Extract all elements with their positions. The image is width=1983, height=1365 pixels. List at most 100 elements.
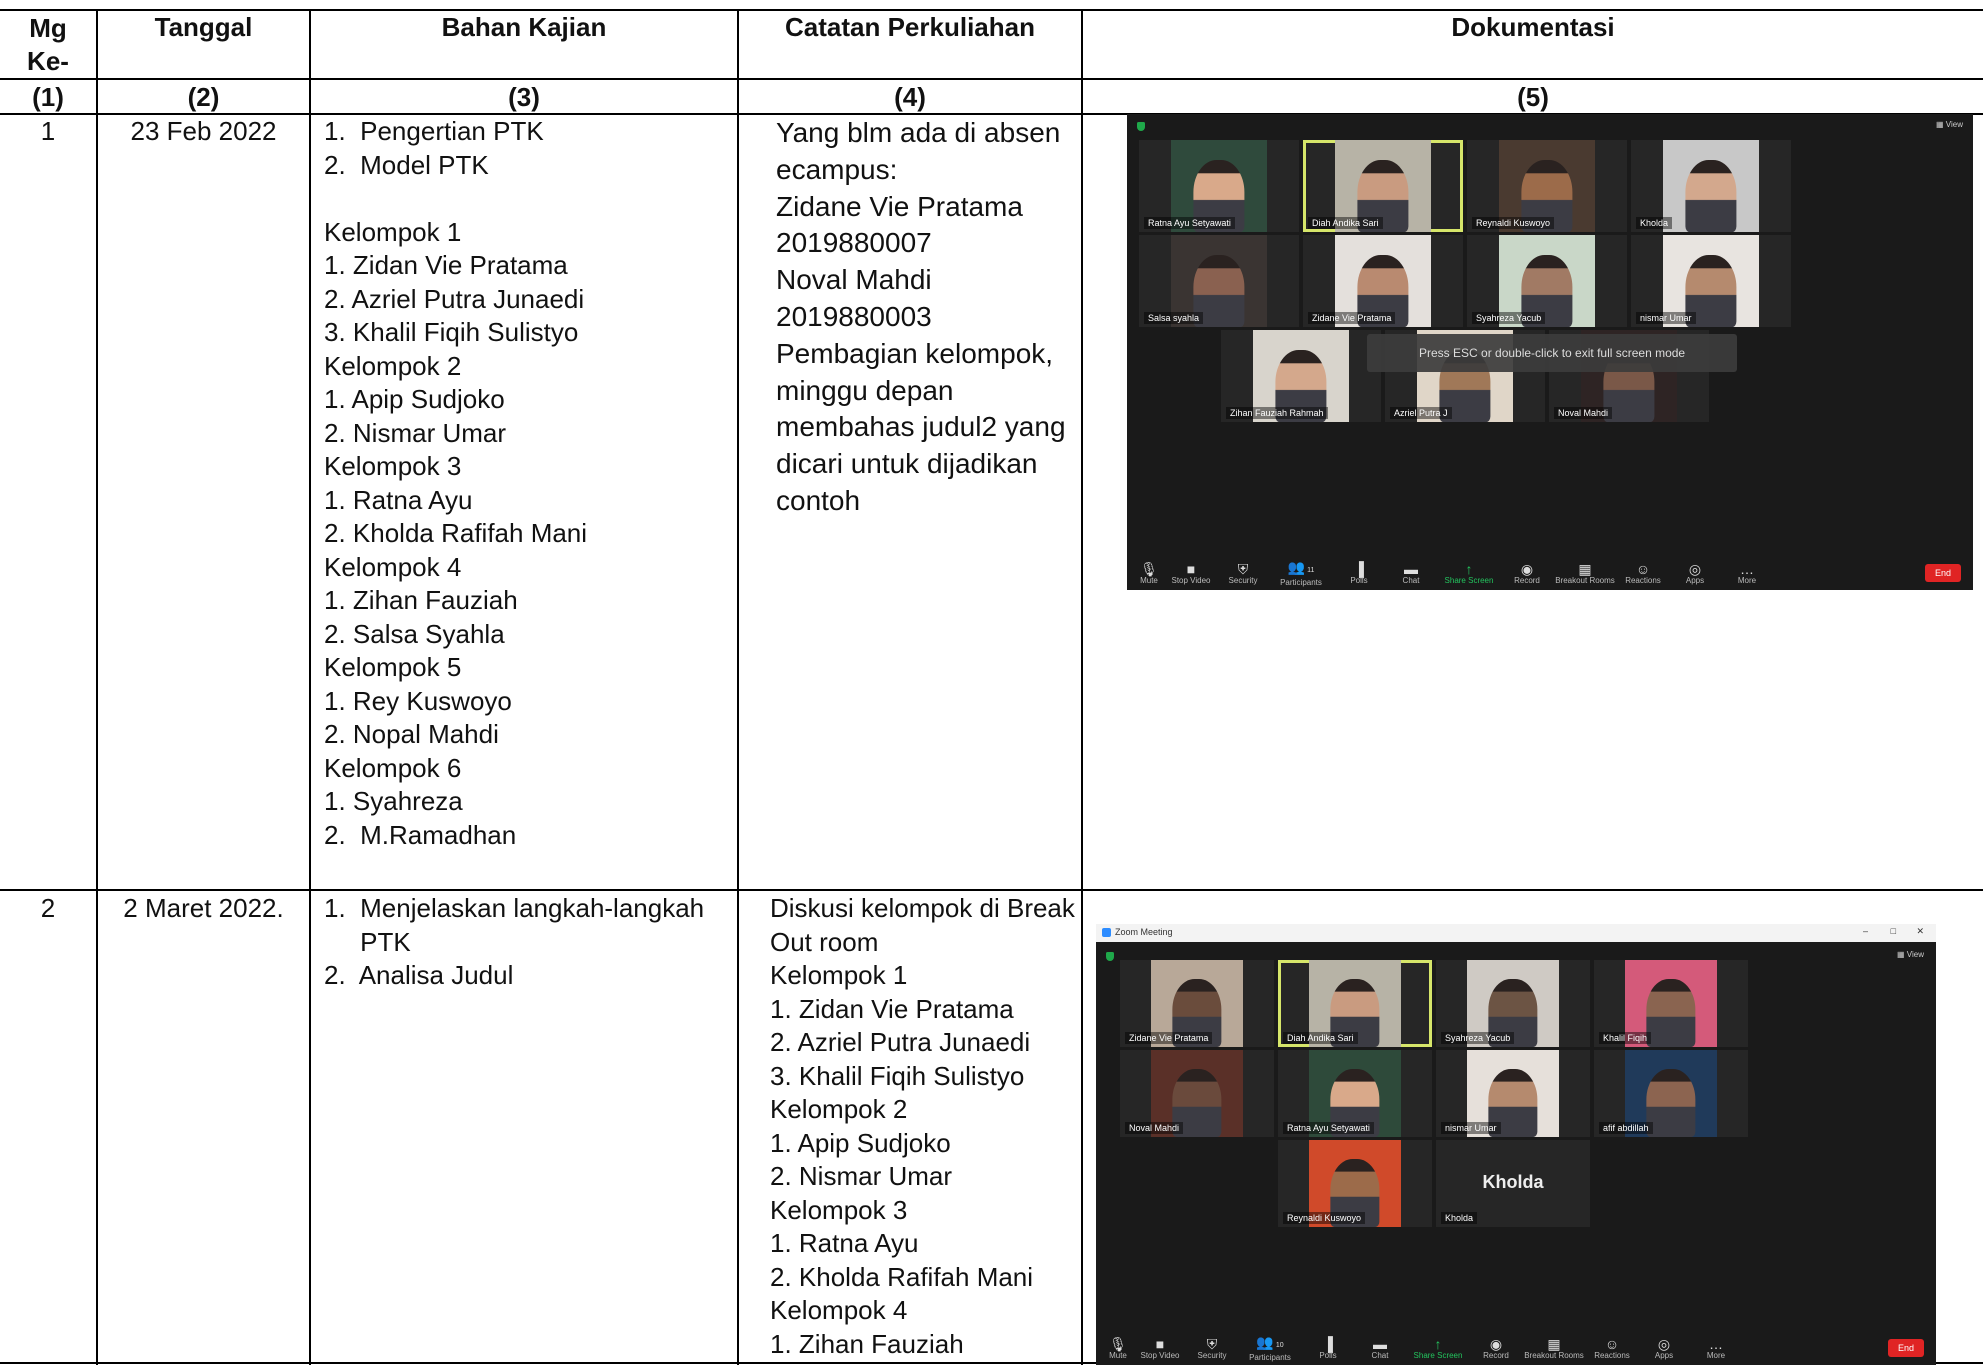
participant-name: Khalil Fiqih xyxy=(1599,1032,1652,1044)
toolbar-label: Record xyxy=(1483,1350,1509,1360)
maximize-icon: □ xyxy=(1890,926,1896,936)
toolbar-label: Stop Video xyxy=(1171,575,1211,585)
col2-right-border xyxy=(309,9,311,1365)
chat-icon: ▬ xyxy=(1404,560,1418,577)
end-button: End xyxy=(1887,1339,1924,1357)
video-tile: nismar Umar xyxy=(1631,235,1791,327)
polls-icon: ▐ xyxy=(1354,560,1364,577)
col-number-4: (4) xyxy=(894,82,926,112)
share-screen-icon: ↑ xyxy=(1465,560,1473,577)
row2-bahan-kajian: 1. Menjelaskan langkah-langkah PTK 2. An… xyxy=(324,893,705,990)
video-tile: Kholda xyxy=(1631,140,1791,232)
participant-name: Kholda xyxy=(1636,217,1673,229)
header-mg-ke: Mg Ke- xyxy=(27,13,69,76)
participants-icon: 👥 11 xyxy=(1287,558,1315,575)
toolbar-label: More xyxy=(1737,575,1757,585)
toolbar-chat: ▬ Chat xyxy=(1385,562,1437,585)
zoom-window-titlebar: Zoom Meeting – □ ✕ xyxy=(1096,924,1936,942)
toolbar-stop-video: ■ Stop Video xyxy=(1134,1337,1186,1360)
mute-icon: 🎙 xyxy=(1140,560,1158,577)
header-dokumentasi: Dokumentasi xyxy=(1451,12,1615,42)
participant-name: Ratna Ayu Setyawati xyxy=(1144,217,1235,229)
meeting-toolbar: 🎙 Mute ■ Stop Video ⛨ Security 👥 11 Participants… xyxy=(1127,556,1973,590)
toolbar-label: Chat xyxy=(1402,575,1420,585)
toolbar-apps: ◎ Apps xyxy=(1669,562,1721,585)
view-label: ▦ View xyxy=(1936,120,1963,129)
toolbar-label: Participants xyxy=(1280,577,1322,587)
participant-name: Diah Andika Sari xyxy=(1283,1032,1358,1044)
header-bottom-border xyxy=(0,78,1983,80)
participant-name: Azriel Putra J xyxy=(1390,407,1452,419)
security-icon: ⛨ xyxy=(1237,560,1249,577)
security-shield-icon xyxy=(1106,952,1114,961)
toolbar-breakout-rooms: ▦ Breakout Rooms xyxy=(1553,562,1617,585)
zoom-screenshot-1: ▦ View Ratna Ayu Setyawati Diah Andika Sa… xyxy=(1127,114,1973,590)
video-tile: Reynaldi Kuswoyo xyxy=(1278,1140,1432,1227)
participant-name: nismar Umar xyxy=(1636,312,1696,324)
video-tile: Khalil Fiqih xyxy=(1594,960,1748,1047)
video-tile: afif abdillah xyxy=(1594,1050,1748,1137)
stop-video-icon: ■ xyxy=(1155,1335,1165,1352)
security-icon: ⛨ xyxy=(1206,1335,1218,1352)
col4-right-border xyxy=(1081,9,1083,1365)
more-icon: … xyxy=(1740,560,1754,577)
toolbar-label: Apps xyxy=(1685,575,1705,585)
polls-icon: ▐ xyxy=(1323,1335,1333,1352)
video-tile: Syahreza Yacub xyxy=(1436,960,1590,1047)
row1-mg: 1 xyxy=(40,116,56,146)
apps-icon: ◎ xyxy=(1657,1335,1671,1352)
video-feed xyxy=(1663,140,1759,232)
breakout-rooms-icon: ▦ xyxy=(1578,560,1592,577)
breakout-rooms-icon: ▦ xyxy=(1547,1335,1561,1352)
record-icon: ◉ xyxy=(1489,1335,1503,1352)
participants-count: 10 xyxy=(1275,1341,1284,1349)
col-number-1: (1) xyxy=(32,82,64,112)
toolbar-label: Share Screen xyxy=(1413,1350,1463,1360)
participants-icon: 👥 10 xyxy=(1256,1333,1284,1350)
video-tile: Kholda Kholda xyxy=(1436,1140,1590,1227)
participant-name: Noval Mahdi xyxy=(1554,407,1613,419)
toolbar-record: ◉ Record xyxy=(1501,562,1553,585)
toolbar-security: ⛨ Security xyxy=(1186,1337,1238,1360)
col3-right-border xyxy=(737,9,739,1365)
participants-count: 11 xyxy=(1307,566,1315,574)
video-tile: nismar Umar xyxy=(1436,1050,1590,1137)
toolbar-label: Participants xyxy=(1249,1352,1291,1362)
minimize-icon: – xyxy=(1862,926,1868,936)
close-icon: ✕ xyxy=(1916,926,1924,936)
toolbar-participants: 👥 10 Participants xyxy=(1238,1335,1302,1362)
toolbar-polls: ▐ Polls xyxy=(1333,562,1385,585)
row2-mg: 2 xyxy=(40,893,56,923)
toolbar-more: … More xyxy=(1721,562,1773,585)
toolbar-mute: 🎙 Mute xyxy=(1133,562,1165,585)
more-icon: … xyxy=(1709,1335,1723,1352)
meeting-toolbar: 🎙 Mute ■ Stop Video ⛨ Security 👥 10 Participants… xyxy=(1096,1331,1936,1365)
video-tile: Noval Mahdi xyxy=(1120,1050,1274,1137)
video-tile: Diah Andika Sari xyxy=(1278,960,1432,1047)
toolbar-label: Record xyxy=(1514,575,1540,585)
row1-tanggal: 23 Feb 2022 xyxy=(130,116,277,146)
video-tile: Zidane Vie Pratama xyxy=(1120,960,1274,1047)
toolbar-label: Reactions xyxy=(1594,1350,1630,1360)
table-top-border xyxy=(0,9,1983,11)
toolbar-label: Polls xyxy=(1350,575,1368,585)
share-screen-icon: ↑ xyxy=(1434,1335,1442,1352)
toolbar-label: Reactions xyxy=(1625,575,1661,585)
participant-name: Zihan Fauziah Rahmah xyxy=(1226,407,1328,419)
end-button: End xyxy=(1924,564,1961,582)
toolbar-stop-video: ■ Stop Video xyxy=(1165,562,1217,585)
video-tile: Salsa syahla xyxy=(1139,235,1299,327)
col-number-2: (2) xyxy=(187,82,220,112)
record-icon: ◉ xyxy=(1520,560,1534,577)
participant-name: Zidane Vie Pratama xyxy=(1308,312,1396,324)
header-bahan-kajian: Bahan Kajian xyxy=(441,12,607,42)
header-tanggal: Tanggal xyxy=(154,12,253,42)
view-label-text: View xyxy=(1945,120,1963,129)
video-tile: Diah Andika Sari xyxy=(1303,140,1463,232)
col1-right-border xyxy=(96,9,98,1365)
video-tile: Ratna Ayu Setyawati xyxy=(1278,1050,1432,1137)
participant-name: Diah Andika Sari xyxy=(1308,217,1383,229)
video-tile: Syahreza Yacub xyxy=(1467,235,1627,327)
toolbar-label: Security xyxy=(1197,1350,1227,1360)
toolbar-more: … More xyxy=(1690,1337,1742,1360)
